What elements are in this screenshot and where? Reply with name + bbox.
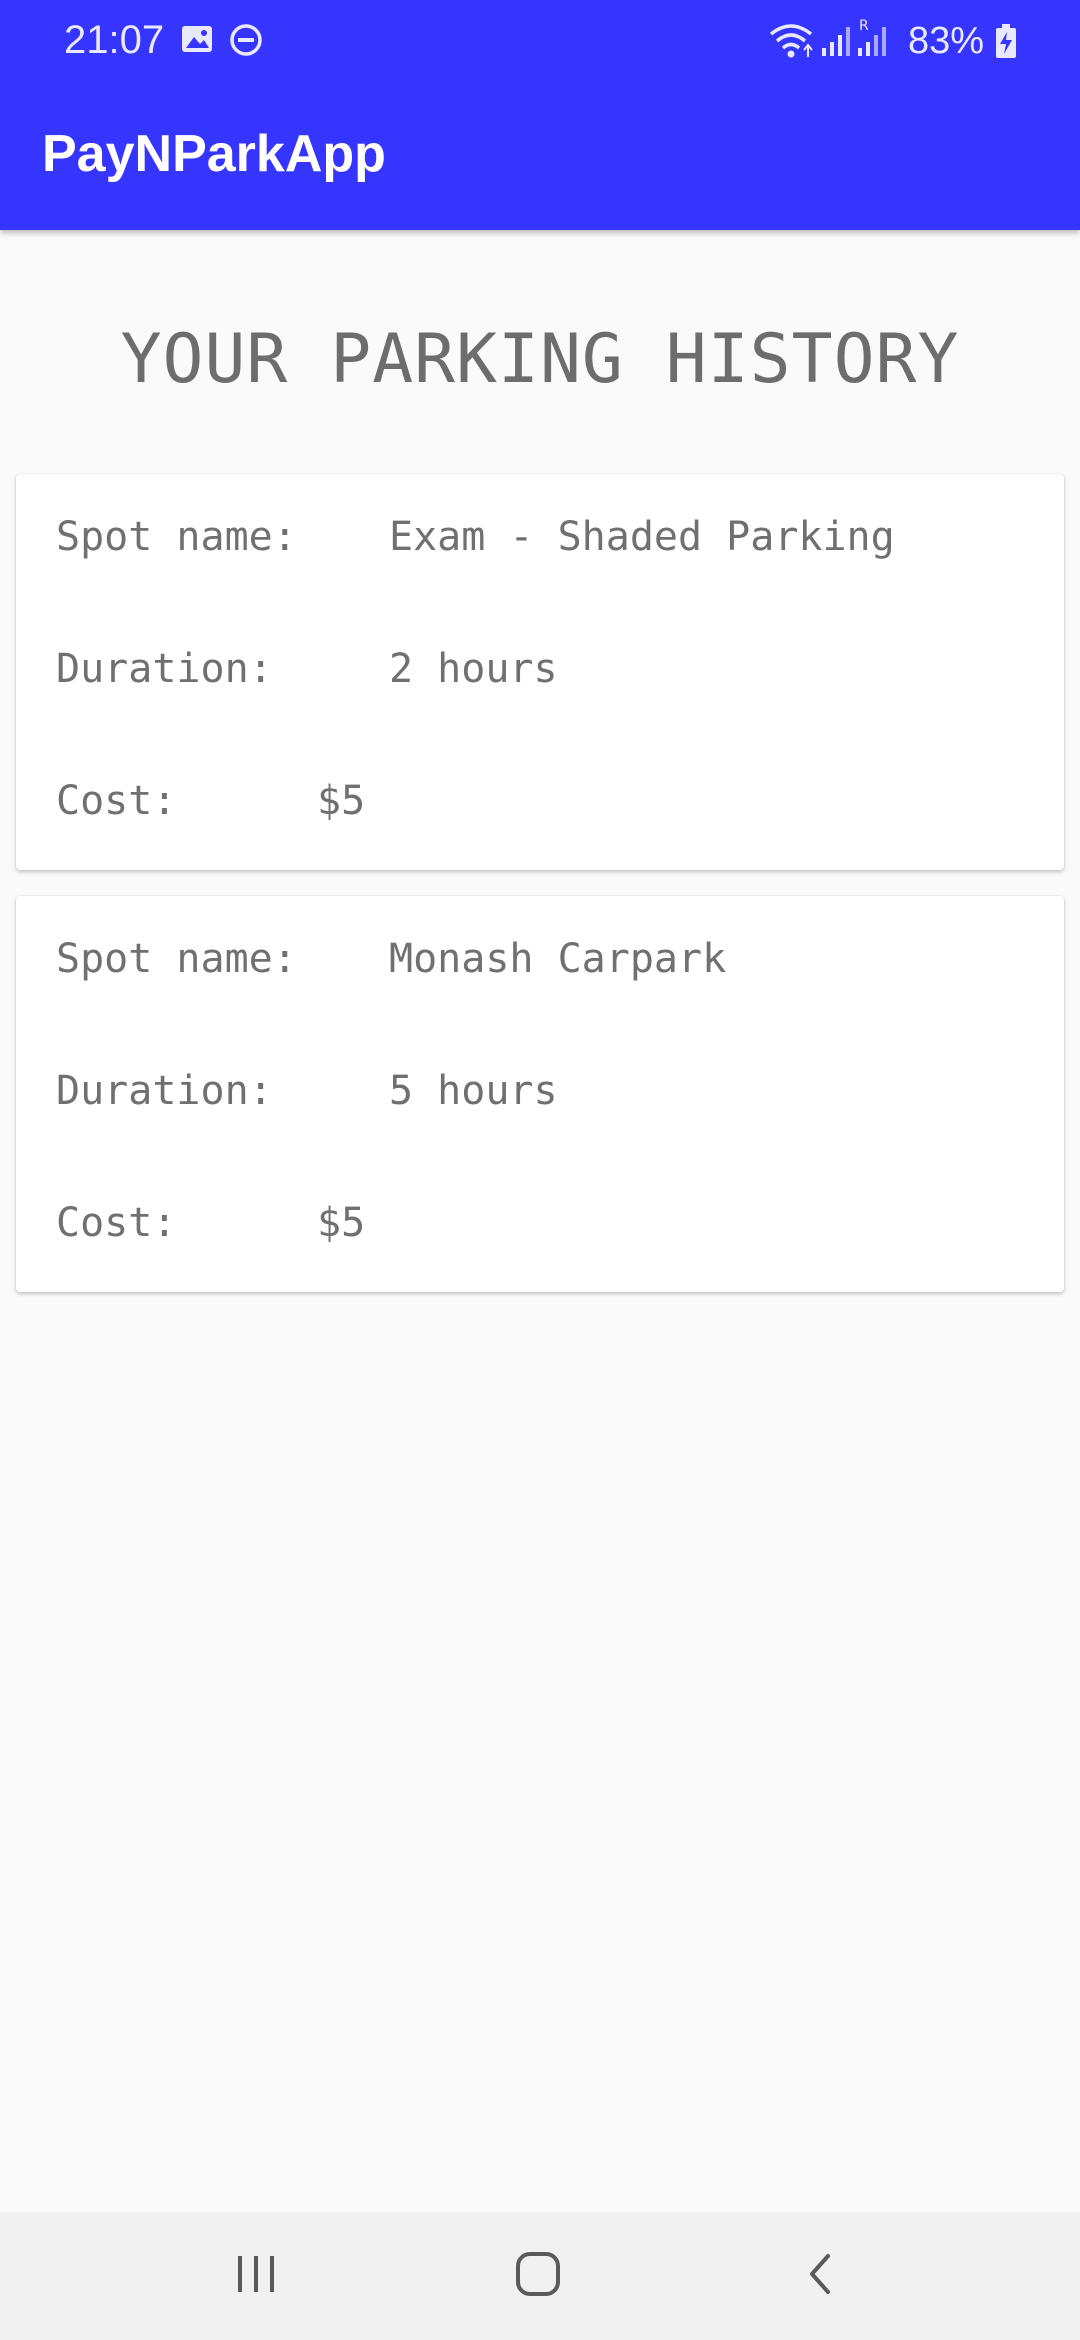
spot-name-value: Monash Carpark bbox=[389, 936, 727, 982]
do-not-disturb-icon bbox=[228, 22, 264, 62]
spot-name-value: Exam - Shaded Parking bbox=[389, 514, 895, 560]
svg-text:R: R bbox=[859, 18, 869, 34]
battery-percentage: 83% bbox=[907, 20, 984, 62]
cost-row: Cost: $5 bbox=[56, 1200, 365, 1384]
spot-name-label: Spot name: bbox=[56, 936, 297, 982]
duration-value: 2 hours bbox=[389, 646, 558, 692]
image-icon bbox=[180, 22, 214, 60]
wifi-icon bbox=[768, 22, 814, 66]
parking-history-card[interactable]: Spot name: Monash Carpark Duration: 5 ho… bbox=[16, 896, 1064, 1292]
system-nav-bar bbox=[0, 2212, 1080, 2340]
recent-apps-button[interactable] bbox=[216, 2236, 296, 2316]
screen: 21:07 R 83% PayNParkApp YOUR PARKING HIS… bbox=[0, 0, 1080, 2340]
cost-value: $5 bbox=[317, 778, 366, 824]
home-icon bbox=[514, 2250, 562, 2302]
top-bar: 21:07 R 83% PayNParkApp bbox=[0, 0, 1080, 230]
back-button[interactable] bbox=[780, 2236, 860, 2316]
page-title: YOUR PARKING HISTORY bbox=[120, 320, 960, 399]
status-time: 21:07 bbox=[64, 18, 165, 62]
cost-label: Cost: bbox=[56, 1200, 177, 1246]
spot-name-label: Spot name: bbox=[56, 514, 297, 560]
cost-label: Cost: bbox=[56, 778, 177, 824]
status-bar: 21:07 R 83% bbox=[0, 0, 1080, 84]
duration-label: Duration: bbox=[56, 646, 273, 692]
recent-apps-icon bbox=[234, 2254, 278, 2298]
back-icon bbox=[802, 2250, 838, 2302]
parking-history-card[interactable]: Spot name: Exam - Shaded Parking Duratio… bbox=[16, 474, 1064, 870]
signal-roaming-icon: R bbox=[856, 16, 894, 62]
home-button[interactable] bbox=[498, 2236, 578, 2316]
duration-label: Duration: bbox=[56, 1068, 273, 1114]
battery-charging-icon bbox=[994, 24, 1018, 64]
signal-icon bbox=[820, 22, 852, 62]
duration-value: 5 hours bbox=[389, 1068, 558, 1114]
app-title: PayNParkApp bbox=[42, 125, 386, 183]
cost-value: $5 bbox=[317, 1200, 366, 1246]
